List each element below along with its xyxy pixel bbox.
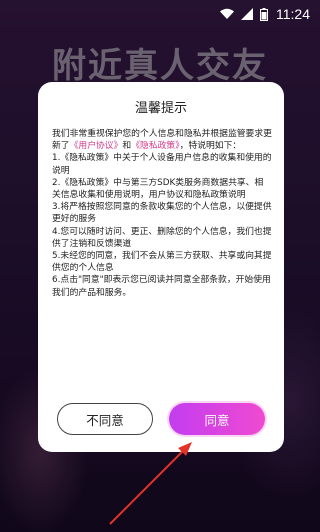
list-item: 4.您可以随时访问、更正、删除您的个人信息，我们也提供了注销和反馈渠道 xyxy=(52,226,272,249)
intro-and: 和 xyxy=(122,141,132,152)
list-item: 3.将严格按照您同意的条款收集您的个人信息，以便提供更好的服务 xyxy=(52,202,272,225)
status-bar: 11:24 xyxy=(0,0,320,28)
intro-suffix: ，特说明如下： xyxy=(179,141,242,152)
wifi-icon xyxy=(220,8,234,20)
list-item: 5.未经您的同意，我们不会从第三方获取、共享或向其提供您的个人信息 xyxy=(52,251,272,274)
list-item: 6.点击"同意"即表示您已阅读并同意全部条款，开始使用我们的产品和服务。 xyxy=(52,275,271,298)
battery-icon xyxy=(260,7,268,21)
user-agreement-link[interactable]: 《用户协议》 xyxy=(70,141,123,151)
list-item: 1.《隐私政策》中关于个人设备用户信息的收集和使用的说明 xyxy=(52,153,272,176)
list-item: 2.《隐私政策》中与第三方SDK类服务商数据共享、相关信息收集和使用说明，用户协… xyxy=(52,177,264,201)
dialog-intro: 我们非常重视保护您的个人信息和隐私并根据监管要求更新了《用户协议》和《隐私政策》… xyxy=(52,128,272,152)
dialog-title: 温馨提示 xyxy=(134,101,187,116)
decline-button[interactable]: 不同意 xyxy=(57,403,153,435)
status-time: 11:24 xyxy=(276,6,310,22)
privacy-policy-link[interactable]: 《隐私政策》 xyxy=(131,141,179,151)
signal-icon xyxy=(241,8,253,20)
dialog-body: 我们非常重视保护您的个人信息和隐私并根据监管要求更新了《用户协议》和《隐私政策》… xyxy=(52,128,272,299)
agree-button[interactable]: 同意 xyxy=(169,403,265,435)
privacy-dialog: 温馨提示 我们非常重视保护您的个人信息和隐私并根据监管要求更新了《用户协议》和《… xyxy=(38,82,284,452)
